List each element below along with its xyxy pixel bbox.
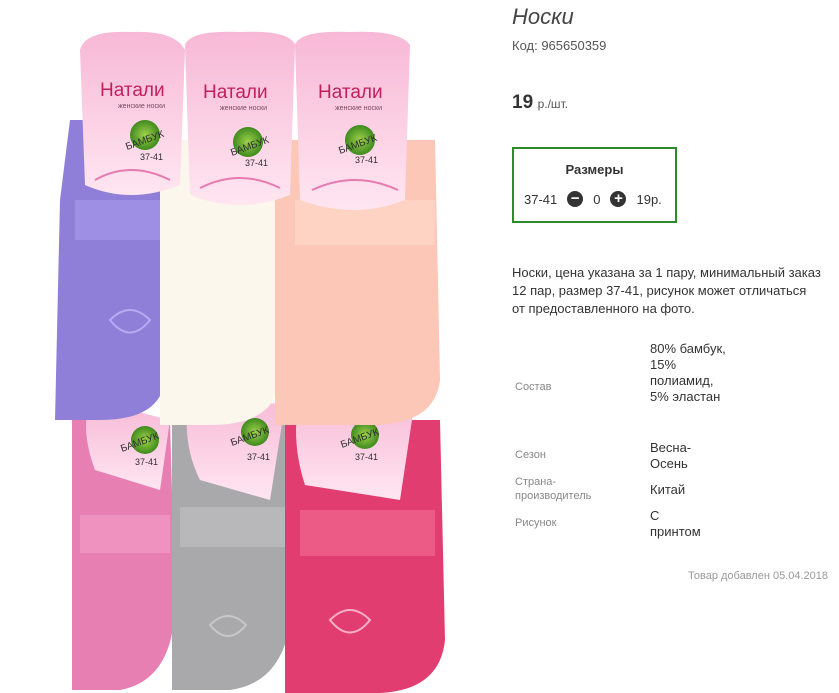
price-unit: р./шт.	[537, 97, 569, 111]
svg-text:37-41: 37-41	[247, 452, 270, 462]
svg-text:37-41: 37-41	[355, 155, 378, 165]
brand-text-2: Натали	[203, 82, 268, 103]
sizes-box: Размеры 37-41 − 0 + 19р.	[512, 147, 677, 223]
product-description: Носки, цена указана за 1 пару, минимальн…	[512, 265, 821, 316]
size-price: 19р.	[636, 191, 662, 207]
added-date: Товар добавлен 05.04.2018	[688, 570, 829, 582]
sizes-heading: Размеры	[565, 162, 624, 177]
prop-value-pattern: С принтом	[650, 508, 701, 539]
svg-text:женские носки: женские носки	[220, 105, 267, 112]
minus-circle-icon[interactable]: −	[567, 191, 584, 207]
brand-text-1: Натали	[100, 80, 165, 101]
svg-text:женские носки: женские носки	[335, 105, 382, 112]
product-price: 19 р./шт.	[512, 92, 568, 114]
product-photo[interactable]: Натали Натали Натали женские носки женск…	[0, 0, 470, 693]
svg-text:женские носки: женские носки	[118, 103, 165, 110]
product-code: Код: 965650359	[512, 38, 607, 53]
prop-label-pattern: Рисунок	[515, 517, 557, 529]
svg-text:37-41: 37-41	[245, 158, 268, 168]
svg-text:37-41: 37-41	[135, 457, 158, 467]
prop-label-country: Страна-производитель	[515, 476, 592, 502]
product-title: Носки	[512, 4, 574, 29]
price-value: 19	[512, 92, 534, 113]
quantity-value[interactable]: 0	[593, 192, 600, 207]
brand-text-3: Натали	[318, 82, 383, 103]
plus-circle-icon[interactable]: +	[610, 191, 627, 207]
prop-label-composition: Состав	[515, 381, 552, 393]
prop-value-season: Весна-Осень	[650, 440, 692, 471]
size-label: 37-41	[524, 191, 558, 207]
svg-text:37-41: 37-41	[355, 452, 378, 462]
prop-label-season: Сезон	[515, 449, 546, 461]
prop-value-country: Китай	[650, 482, 686, 497]
size-row: 37-41 − 0 + 19р.	[524, 190, 662, 208]
svg-text:37-41: 37-41	[140, 152, 163, 162]
prop-value-composition: 80% бамбук, 15% полиамид, 5% эластан	[650, 341, 726, 404]
